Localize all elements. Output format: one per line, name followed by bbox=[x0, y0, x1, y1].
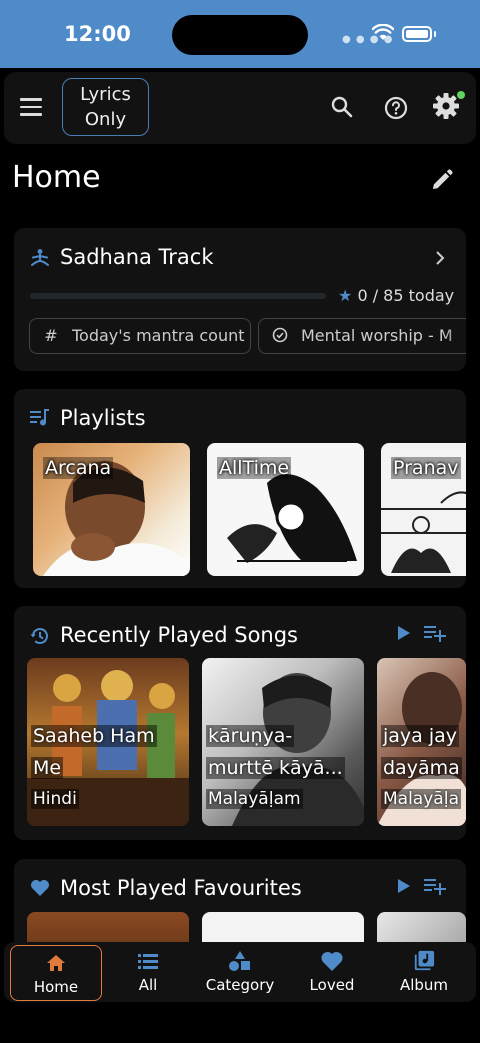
album-icon bbox=[414, 950, 435, 971]
playlist-label: AllTime bbox=[217, 457, 292, 479]
lyrics-only-button[interactable]: Lyrics Only bbox=[62, 78, 149, 136]
nav-all[interactable]: All bbox=[102, 942, 194, 1002]
app-bar: Lyrics Only bbox=[4, 72, 476, 144]
meditation-icon bbox=[31, 249, 49, 266]
add-to-queue-icon[interactable] bbox=[424, 624, 446, 642]
most-played-favourites-title: Most Played Favourites bbox=[60, 876, 302, 900]
battery-tip bbox=[434, 31, 436, 37]
notification-dot bbox=[457, 91, 465, 99]
category-icon bbox=[229, 951, 250, 971]
heart-icon bbox=[31, 880, 49, 896]
playlist-tile-pranav[interactable]: Pranav bbox=[381, 443, 466, 576]
dynamic-island bbox=[172, 15, 308, 55]
history-icon bbox=[30, 628, 48, 644]
sadhana-track-card[interactable]: Sadhana Track ★ 0 / 85 today # Today's ma… bbox=[14, 228, 466, 371]
add-to-queue-icon[interactable] bbox=[424, 877, 446, 895]
sadhana-progress-label: ★ 0 / 85 today bbox=[338, 286, 454, 305]
song-title-line2: murttē kāyā... bbox=[206, 757, 345, 779]
nav-home-label: Home bbox=[33, 978, 79, 996]
playlist-tile-alltime[interactable]: AllTime bbox=[207, 443, 364, 576]
nav-all-label: All bbox=[138, 976, 158, 994]
recently-played-title: Recently Played Songs bbox=[60, 623, 298, 647]
nav-category-label: Category bbox=[205, 976, 275, 994]
sadhana-track-title: Sadhana Track bbox=[60, 245, 214, 269]
chevron-right-icon[interactable] bbox=[434, 250, 446, 266]
nav-home[interactable]: Home bbox=[10, 945, 102, 1001]
playlist-icon bbox=[30, 409, 49, 426]
play-all-icon[interactable] bbox=[396, 624, 412, 642]
wifi-icon bbox=[372, 24, 394, 40]
battery-icon bbox=[402, 26, 432, 42]
song-title-line1: kāruṇya- bbox=[206, 725, 295, 747]
mantra-count-label: Today's mantra count bbox=[72, 326, 245, 345]
hash-icon: # bbox=[44, 326, 58, 345]
settings-gear-icon[interactable] bbox=[432, 92, 460, 120]
song-language: Malayāḷa bbox=[381, 789, 462, 809]
heart-icon bbox=[321, 951, 343, 971]
play-all-icon[interactable] bbox=[396, 877, 412, 895]
playlist-tile-arcana[interactable]: Arcana bbox=[33, 443, 190, 576]
song-card[interactable]: jaya jay dayāma Malayāḷa bbox=[377, 658, 466, 826]
nav-album-label: Album bbox=[399, 976, 449, 994]
list-icon bbox=[138, 954, 158, 969]
bottom-navigation: Home All Category Loved Album bbox=[4, 942, 476, 1002]
song-title-line2: Me bbox=[31, 757, 64, 779]
help-icon[interactable] bbox=[384, 96, 408, 120]
star-icon: ★ bbox=[338, 286, 353, 305]
sadhana-progress-bar bbox=[30, 293, 326, 299]
sadhana-progress-text: 0 / 85 today bbox=[357, 286, 455, 305]
nav-loved-label: Loved bbox=[309, 976, 355, 994]
mantra-count-chip[interactable]: # Today's mantra count bbox=[29, 318, 251, 354]
playlists-title: Playlists bbox=[60, 406, 146, 430]
song-language: Malayāḷam bbox=[206, 789, 303, 809]
song-language: Hindi bbox=[31, 789, 79, 809]
playlists-card: Playlists Arcana AllTime Pranav bbox=[14, 389, 466, 588]
home-icon bbox=[47, 955, 65, 971]
nav-category[interactable]: Category bbox=[194, 942, 286, 1002]
playlist-label: Pranav bbox=[391, 457, 461, 479]
status-time: 12:00 bbox=[64, 22, 131, 46]
song-title-line2: dayāma bbox=[381, 757, 462, 779]
check-circle-icon bbox=[269, 319, 291, 353]
song-title-line1: Saaheb Ham bbox=[31, 725, 157, 747]
recently-played-card: Recently Played Songs Saaheb Ham Me Hind… bbox=[14, 606, 466, 840]
nav-loved[interactable]: Loved bbox=[286, 942, 378, 1002]
search-icon[interactable] bbox=[331, 96, 353, 118]
status-bar: 12:00 ● ● ● ● bbox=[0, 0, 480, 68]
playlist-label: Arcana bbox=[43, 457, 114, 479]
song-title-line1: jaya jay bbox=[381, 725, 460, 747]
lyrics-only-label-2: Only bbox=[84, 109, 127, 130]
mental-worship-label: Mental worship - M bbox=[301, 326, 453, 345]
nav-album[interactable]: Album bbox=[378, 942, 470, 1002]
mental-worship-chip[interactable]: Mental worship - M bbox=[258, 318, 466, 354]
menu-icon[interactable] bbox=[20, 98, 42, 116]
page-title: Home bbox=[12, 160, 101, 195]
song-card[interactable]: Saaheb Ham Me Hindi bbox=[27, 658, 189, 826]
edit-pencil-icon[interactable] bbox=[430, 168, 454, 192]
song-card[interactable]: kāruṇya- murttē kāyā... Malayāḷam bbox=[202, 658, 364, 826]
lyrics-only-label-1: Lyrics bbox=[80, 84, 131, 105]
